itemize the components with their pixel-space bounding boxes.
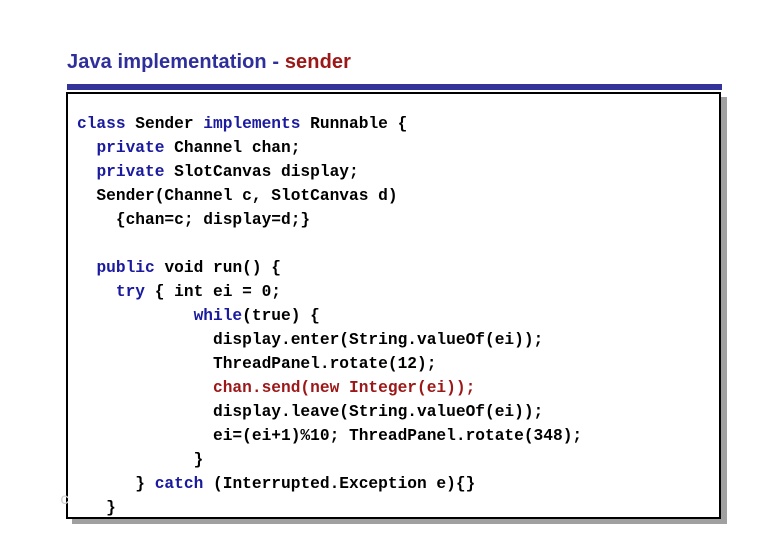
code-line: public void run() { [77, 256, 582, 280]
code-keyword: catch [154, 475, 204, 494]
code-line: } [77, 496, 582, 518]
java-source-code: class Sender implements Runnable { priva… [77, 112, 582, 518]
code-line: private SlotCanvas display; [77, 160, 582, 184]
code-line: ThreadPanel.rotate(12); [77, 352, 582, 376]
code-text: } [77, 451, 204, 470]
code-line: while(true) { [77, 304, 582, 328]
code-highlighted-token: chan.send(new Integer(ei)); [77, 379, 476, 398]
code-keyword: private [96, 139, 165, 158]
code-text: Runnable { [300, 115, 408, 134]
code-text: ThreadPanel.rotate(12); [77, 355, 437, 374]
code-keyword: private [96, 163, 165, 182]
title-divider-rule [67, 84, 722, 90]
stray-glyph-artifact: c [60, 492, 70, 509]
code-text: display.enter(String.valueOf(ei)); [77, 331, 544, 350]
code-text: (true) { [242, 307, 320, 326]
code-line: display.enter(String.valueOf(ei)); [77, 328, 582, 352]
code-text: } [77, 499, 116, 518]
code-listing-box: class Sender implements Runnable { priva… [66, 92, 721, 519]
code-line: display.leave(String.valueOf(ei)); [77, 400, 582, 424]
page-title: Java implementation - sender [67, 50, 351, 74]
code-line: class Sender implements Runnable { [77, 112, 582, 136]
code-line: } [77, 448, 582, 472]
code-text: Sender [125, 115, 204, 134]
code-text: ei=(ei+1)%10; ThreadPanel.rotate(348); [77, 427, 583, 446]
code-text: Sender(Channel c, SlotCanvas d) [77, 187, 398, 206]
page-title-main: Java implementation - [67, 51, 285, 73]
code-line: {chan=c; display=d;} [77, 208, 582, 232]
code-text: SlotCanvas display; [164, 163, 359, 182]
code-text: {chan=c; display=d;} [77, 211, 311, 230]
code-keyword: public [96, 259, 155, 278]
page-title-accent: sender [284, 51, 352, 73]
code-text: (Interrupted.Exception e){} [203, 475, 476, 494]
code-keyword: try [115, 283, 146, 302]
code-line: chan.send(new Integer(ei)); [77, 376, 582, 400]
code-line: ei=(ei+1)%10; ThreadPanel.rotate(348); [77, 424, 582, 448]
code-text: { int ei = 0; [145, 283, 282, 302]
code-text: Channel chan; [164, 139, 301, 158]
code-keyword: implements [203, 115, 301, 134]
code-text: void run() { [154, 259, 282, 278]
code-keyword: class [77, 115, 126, 134]
code-line: try { int ei = 0; [77, 280, 582, 304]
code-text: display.leave(String.valueOf(ei)); [77, 403, 544, 422]
code-text: } [77, 475, 155, 494]
code-line: Sender(Channel c, SlotCanvas d) [77, 184, 582, 208]
code-keyword: while [193, 307, 243, 326]
code-line: private Channel chan; [77, 136, 582, 160]
code-line: } catch (Interrupted.Exception e){} [77, 472, 582, 496]
